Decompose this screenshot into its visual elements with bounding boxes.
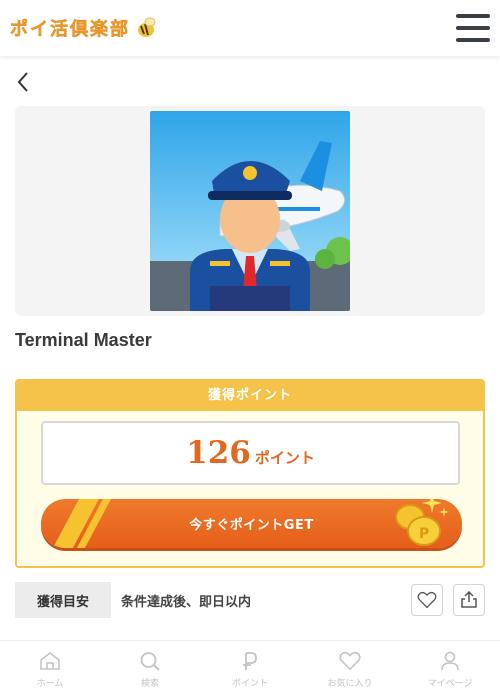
app-title: Terminal Master	[15, 330, 152, 350]
app-image-container	[15, 106, 485, 316]
chevron-left-icon	[17, 72, 28, 92]
tab-search[interactable]: 検索	[100, 641, 200, 700]
share-button[interactable]	[453, 584, 485, 616]
point-amount-box: 126 ポイント	[41, 421, 460, 485]
app-header: ポイ活倶楽部	[0, 0, 500, 56]
logo-text: ポイ活倶楽部	[10, 19, 130, 41]
heart-icon	[339, 651, 361, 671]
get-points-button[interactable]: 今すぐポイントGET P	[41, 499, 462, 548]
heart-icon	[417, 591, 437, 609]
tab-mypage[interactable]: マイページ	[400, 641, 500, 700]
tab-label: ホーム	[36, 679, 64, 689]
point-amount: 126	[186, 435, 251, 471]
tab-label: ポイント	[231, 679, 268, 689]
estimate-row: 獲得目安 条件達成後、即日以内	[15, 582, 485, 618]
share-icon	[461, 591, 477, 608]
tab-favorites[interactable]: お気に入り	[300, 641, 400, 700]
bottom-tab-bar: ホーム 検索 ポイント お気に入り マイページ	[0, 640, 500, 700]
get-points-label: 今すぐポイントGET	[189, 518, 314, 533]
point-card-header: 獲得ポイント	[17, 381, 483, 411]
tab-label: マイページ	[427, 679, 473, 689]
favorite-button[interactable]	[411, 584, 443, 616]
estimate-tag: 獲得目安	[15, 582, 111, 618]
tab-label: お気に入り	[327, 679, 373, 689]
svg-text:P: P	[419, 526, 429, 542]
user-icon	[441, 651, 459, 671]
search-icon	[140, 652, 160, 671]
coins-sparkle-icon: P	[395, 499, 449, 546]
bee-icon	[138, 17, 156, 37]
tab-label: 検索	[140, 679, 159, 689]
site-logo[interactable]: ポイ活倶楽部	[10, 15, 158, 41]
home-icon	[40, 651, 60, 670]
estimate-text: 条件達成後、即日以内	[121, 594, 252, 610]
point-card: 獲得ポイント 126 ポイント 今すぐポイントGET P	[15, 379, 485, 568]
point-unit: ポイント	[254, 448, 315, 467]
tab-home[interactable]: ホーム	[0, 641, 100, 700]
point-p-icon	[243, 652, 257, 670]
hamburger-menu-icon[interactable]	[456, 14, 490, 42]
back-button[interactable]	[14, 70, 34, 94]
app-image	[150, 111, 350, 311]
tab-points[interactable]: ポイント	[200, 641, 300, 700]
